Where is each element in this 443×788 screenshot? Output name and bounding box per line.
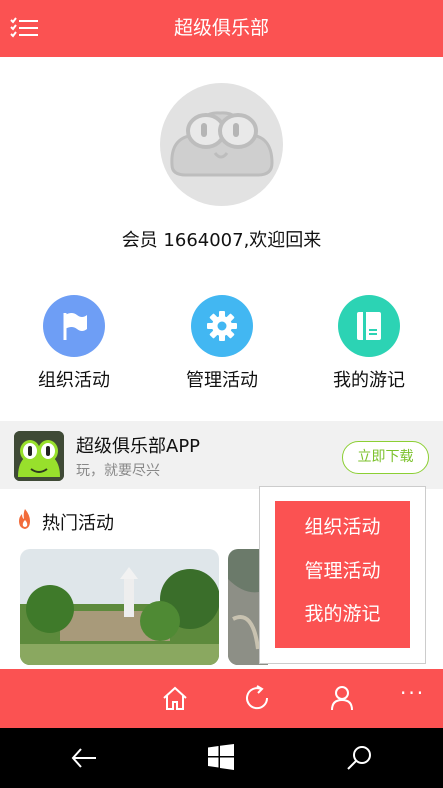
popup-item-travelogue[interactable]: 我的游记	[275, 599, 410, 626]
manage-activity-label: 管理活动	[186, 370, 258, 391]
fire-icon	[16, 508, 34, 530]
popup-menu: 组织活动 管理活动 我的游记	[259, 486, 426, 664]
app-header: 超级俱乐部	[0, 0, 443, 57]
app-logo	[14, 431, 64, 481]
more-button[interactable]: ···	[400, 681, 425, 705]
gear-icon	[191, 295, 253, 357]
back-arrow-icon[interactable]	[70, 744, 98, 772]
app-name: 超级俱乐部APP	[76, 436, 201, 457]
my-travelogue-label: 我的游记	[333, 370, 405, 391]
page-title: 超级俱乐部	[173, 17, 269, 39]
avatar[interactable]	[160, 83, 283, 206]
app-slogan: 玩，就要尽兴	[76, 463, 160, 479]
activity-photo[interactable]	[20, 549, 219, 665]
welcome-text: 会员 1664007,欢迎回来	[121, 230, 322, 251]
my-travelogue-button[interactable]: 我的游记	[309, 295, 429, 392]
organize-activity-label: 组织活动	[38, 370, 110, 391]
download-button[interactable]: 立即下载	[342, 441, 429, 474]
user-icon[interactable]	[327, 683, 357, 713]
home-icon[interactable]	[160, 683, 190, 713]
refresh-icon[interactable]	[243, 683, 273, 713]
popup-item-manage[interactable]: 管理活动	[275, 556, 410, 583]
bottom-app-bar: ···	[0, 669, 443, 728]
search-icon[interactable]	[345, 744, 373, 772]
windows-logo-icon[interactable]	[208, 744, 236, 772]
manage-activity-button[interactable]: 管理活动	[162, 295, 282, 392]
system-nav-bar	[0, 728, 443, 788]
hot-activities-title: 热门活动	[42, 513, 114, 534]
organize-activity-button[interactable]: 组织活动	[14, 295, 134, 392]
app-download-banner: 超级俱乐部APP 玩，就要尽兴 立即下载	[0, 421, 443, 489]
popup-item-organize[interactable]: 组织活动	[275, 512, 410, 539]
flag-icon	[43, 295, 105, 357]
popup-menu-panel: 组织活动 管理活动 我的游记	[275, 501, 410, 648]
notebook-icon	[338, 295, 400, 357]
